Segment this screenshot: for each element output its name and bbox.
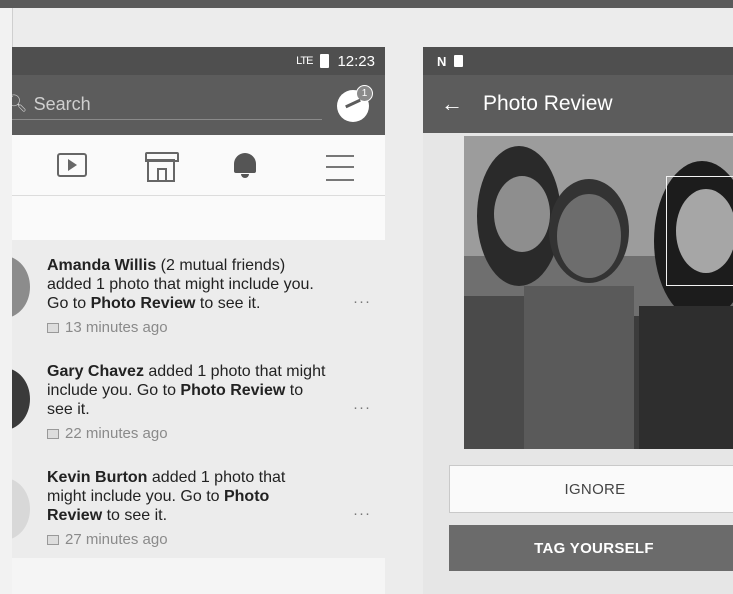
notification-text: Amanda Willis (2 mutual friends) added 1… bbox=[47, 256, 327, 313]
menu-icon[interactable] bbox=[326, 155, 354, 181]
notification-item[interactable]: Gary Chavez added 1 photo that might inc… bbox=[12, 346, 385, 452]
photo-icon bbox=[47, 428, 59, 439]
notification-plain-text: to see it. bbox=[195, 295, 261, 312]
notification-plain-text: to see it. bbox=[102, 507, 168, 524]
photo-icon bbox=[47, 322, 59, 333]
tag-yourself-button[interactable]: TAG YOURSELF bbox=[449, 525, 733, 571]
marketplace-icon[interactable] bbox=[145, 152, 179, 182]
photo-review-phone: N ← Photo Review IGNORE TAG YOURSELF bbox=[423, 47, 733, 594]
notifications-phone: LTE 12:23 🔍︎ Search 1 Amanda Willis (2 m… bbox=[12, 47, 385, 594]
time-text: 22 minutes ago bbox=[65, 425, 168, 442]
messenger-icon[interactable]: 1 bbox=[337, 85, 373, 122]
search-bar: 🔍︎ Search 1 bbox=[12, 75, 385, 135]
screen-top-band bbox=[0, 0, 733, 8]
app-bar: ← Photo Review bbox=[423, 75, 733, 133]
status-bar: N bbox=[423, 47, 733, 75]
group-photo bbox=[464, 136, 733, 449]
battery-icon bbox=[320, 54, 330, 68]
notification-bold-text: Photo Review bbox=[180, 382, 286, 399]
more-options-icon[interactable]: ··· bbox=[353, 399, 371, 416]
notification-text: Gary Chavez added 1 photo that might inc… bbox=[47, 362, 327, 419]
notification-time: 22 minutes ago bbox=[47, 425, 327, 442]
sd-card-icon bbox=[454, 55, 464, 67]
face-tag-box[interactable] bbox=[666, 176, 733, 286]
bell-icon[interactable] bbox=[234, 153, 256, 178]
messenger-badge: 1 bbox=[356, 85, 373, 102]
notification-time: 27 minutes ago bbox=[47, 531, 327, 548]
status-bar: LTE 12:23 bbox=[12, 47, 385, 75]
notification-item[interactable]: Amanda Willis (2 mutual friends) added 1… bbox=[12, 240, 385, 346]
list-spacer bbox=[12, 196, 385, 240]
time-text: 13 minutes ago bbox=[65, 319, 168, 336]
n-icon: N bbox=[437, 53, 447, 69]
notification-bold-text: Photo Review bbox=[90, 295, 196, 312]
page-title: Photo Review bbox=[483, 92, 613, 115]
notification-list: Amanda Willis (2 mutual friends) added 1… bbox=[12, 240, 385, 558]
status-time: 12:23 bbox=[337, 52, 375, 70]
avatar bbox=[12, 478, 30, 540]
search-icon: 🔍︎ bbox=[12, 94, 28, 113]
search-placeholder: Search bbox=[33, 93, 91, 114]
more-options-icon[interactable]: ··· bbox=[353, 293, 371, 310]
search-input[interactable]: 🔍︎ Search bbox=[12, 89, 322, 120]
back-arrow-icon[interactable]: ← bbox=[441, 91, 463, 117]
signal-icon: LTE bbox=[296, 55, 313, 67]
notification-text: Kevin Burton added 1 photo that might in… bbox=[47, 468, 327, 525]
video-icon[interactable] bbox=[57, 153, 87, 177]
nav-tabs bbox=[12, 135, 385, 196]
avatar bbox=[12, 368, 30, 430]
notification-time: 13 minutes ago bbox=[47, 319, 327, 336]
more-options-icon[interactable]: ··· bbox=[353, 505, 371, 522]
photo-icon bbox=[47, 534, 59, 545]
notification-bold-text: Gary Chavez bbox=[47, 363, 144, 380]
notification-item[interactable]: Kevin Burton added 1 photo that might in… bbox=[12, 452, 385, 558]
notification-bold-text: Kevin Burton bbox=[47, 469, 148, 486]
notification-bold-text: Amanda Willis bbox=[47, 257, 157, 274]
time-text: 27 minutes ago bbox=[65, 531, 168, 548]
ignore-button[interactable]: IGNORE bbox=[449, 465, 733, 513]
avatar bbox=[12, 256, 30, 318]
